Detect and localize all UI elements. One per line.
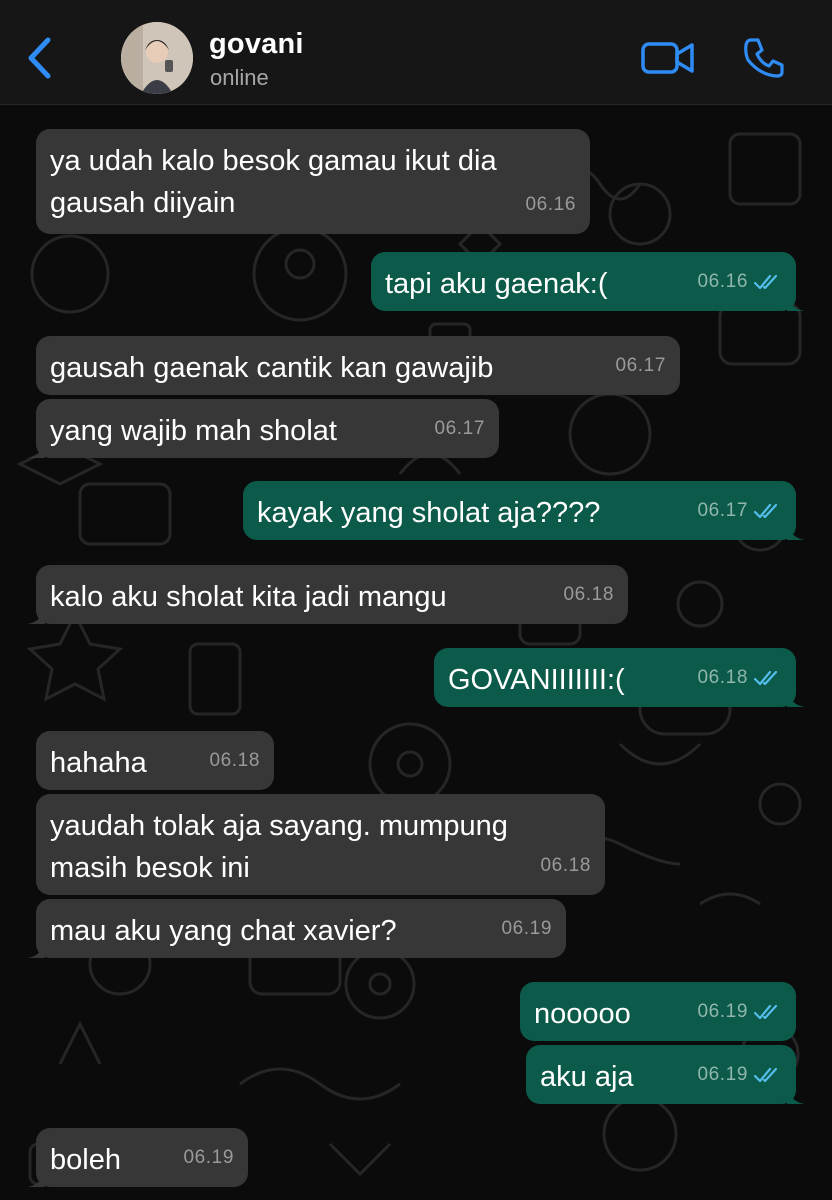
contact-name[interactable]: govani [209, 28, 304, 61]
message-text: yaudah tolak aja sayang. mumpung [50, 810, 508, 842]
bubble-tail [787, 524, 805, 540]
video-camera-icon [641, 42, 694, 74]
message-time: 06.16 [525, 194, 576, 215]
message-bubble-incoming[interactable]: yang wajib mah sholat 06.17 [27, 399, 499, 458]
voice-call-button[interactable] [742, 36, 786, 80]
message-time: 06.18 [540, 855, 591, 876]
message-bubble-outgoing[interactable]: tapi aku gaenak:( 06.16 [371, 252, 805, 311]
video-call-button[interactable] [640, 38, 696, 78]
message-time: 06.19 [183, 1147, 234, 1168]
bubble-tail [27, 608, 45, 624]
message-time: 06.19 [697, 1001, 748, 1022]
message-time: 06.17 [697, 500, 748, 521]
bubble-tail [27, 442, 45, 458]
message-text: kalo aku sholat kita jadi mangu [50, 581, 447, 613]
message-bubble-incoming[interactable]: kalo aku sholat kita jadi mangu 06.18 [27, 565, 628, 624]
back-button[interactable] [22, 34, 56, 82]
message-text: gausah gaenak cantik kan gawajib [50, 352, 494, 384]
message-bubble-outgoing[interactable]: aku aja 06.19 [526, 1045, 805, 1104]
bubble-tail [787, 295, 805, 311]
bubble-tail [787, 691, 805, 707]
double-check-icon [754, 1004, 778, 1020]
bubble-tail [27, 942, 45, 958]
bubble-tail [787, 1088, 805, 1104]
message-text: yang wajib mah sholat [50, 415, 337, 447]
avatar[interactable] [121, 22, 193, 94]
message-time: 06.19 [697, 1064, 748, 1085]
message-text: gausah diiyain [50, 187, 236, 219]
chat-header: govani online [0, 0, 832, 105]
message-time: 06.16 [697, 271, 748, 292]
bubble-tail [27, 1171, 45, 1187]
phone-icon [744, 38, 784, 78]
double-check-icon [754, 274, 778, 290]
message-bubble-outgoing[interactable]: kayak yang sholat aja???? 06.17 [243, 481, 805, 540]
message-time: 06.18 [563, 584, 614, 605]
message-bubble-incoming[interactable]: boleh 06.19 [27, 1128, 248, 1187]
double-check-icon [754, 670, 778, 686]
message-time: 06.17 [434, 418, 485, 439]
double-check-icon [754, 503, 778, 519]
double-check-icon [754, 1067, 778, 1083]
message-bubble-incoming[interactable]: ya udah kalo besok gamau ikut dia gausah… [36, 129, 590, 234]
contact-status: online [210, 65, 269, 90]
message-bubble-incoming[interactable]: hahaha 06.18 [36, 731, 274, 790]
message-text: mau aku yang chat xavier? [50, 915, 397, 947]
message-text: ya udah kalo besok gamau ikut dia [50, 145, 497, 177]
message-time: 06.19 [501, 918, 552, 939]
message-bubble-outgoing[interactable]: nooooo 06.19 [520, 982, 796, 1041]
message-bubble-incoming[interactable]: mau aku yang chat xavier? 06.19 [27, 899, 566, 958]
message-bubble-incoming[interactable]: gausah gaenak cantik kan gawajib 06.17 [36, 336, 680, 395]
message-bubble-outgoing[interactable]: GOVANIIIIIII:( 06.18 [434, 648, 805, 707]
message-list[interactable]: ya udah kalo besok gamau ikut dia gausah… [0, 104, 832, 1200]
message-time: 06.18 [209, 750, 260, 771]
message-time: 06.18 [697, 667, 748, 688]
message-bubble-incoming[interactable]: yaudah tolak aja sayang. mumpung masih b… [36, 794, 605, 895]
chevron-left-icon [28, 37, 51, 79]
message-text: masih besok ini [50, 852, 250, 884]
message-time: 06.17 [615, 355, 666, 376]
